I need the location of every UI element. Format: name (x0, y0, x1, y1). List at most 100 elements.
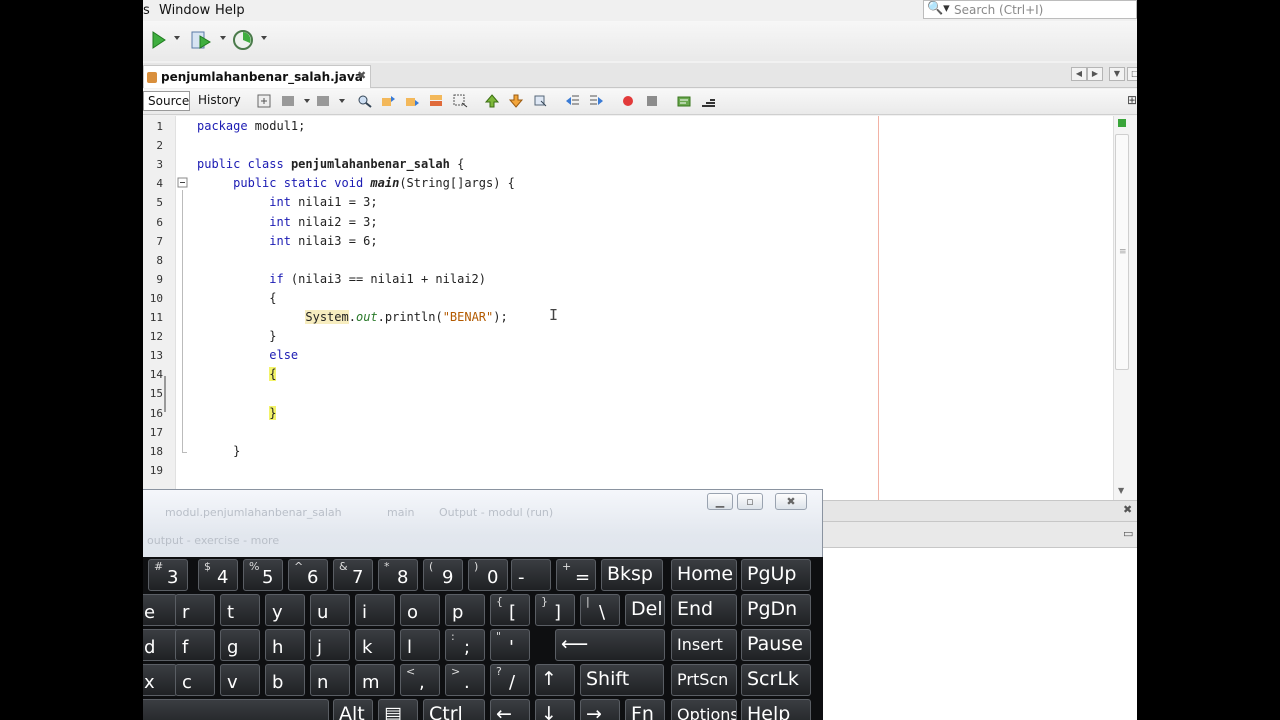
toggle-rect-selection-icon[interactable] (453, 94, 468, 108)
key-[interactable]: → (580, 699, 620, 720)
code-editor[interactable]: package modul1; public class penjumlahanb… (191, 116, 1113, 500)
profile-dropdown-icon[interactable] (261, 36, 267, 40)
key-options[interactable]: Options (671, 699, 737, 720)
key-c[interactable]: c (175, 664, 215, 696)
previous-bookmark-icon[interactable] (485, 94, 500, 108)
key-bksp[interactable]: Bksp (601, 559, 663, 591)
key-fn[interactable]: Fn (625, 699, 665, 720)
key-l[interactable]: l (400, 629, 440, 661)
key--[interactable]: - (511, 559, 551, 591)
minimize-icon[interactable]: ▁ (707, 493, 733, 510)
key-5[interactable]: % 5 (243, 559, 283, 591)
key-9[interactable]: (9 (423, 559, 463, 591)
code-line[interactable]: } (197, 405, 277, 420)
code-line[interactable]: int nilai2 = 3; (197, 215, 377, 229)
key-p[interactable]: p (445, 594, 485, 626)
code-line[interactable]: int nilai1 = 3; (197, 195, 377, 209)
panel-minimize-icon[interactable]: ▭ (1123, 527, 1133, 540)
key-o[interactable]: o (400, 594, 440, 626)
panel-close-icon[interactable]: ✖ (1123, 503, 1132, 516)
forward-icon[interactable] (316, 94, 331, 108)
start-macro-icon[interactable] (621, 94, 636, 108)
maximize-icon[interactable]: ▫ (737, 493, 763, 510)
toggle-highlight-icon[interactable] (429, 94, 444, 108)
key-h[interactable]: h (265, 629, 305, 661)
key-shift[interactable]: Shift (580, 664, 664, 696)
key-prtscn[interactable]: PrtScn (671, 664, 737, 696)
key-'[interactable]: " ' (490, 629, 530, 661)
code-line[interactable]: if (nilai3 == nilai1 + nilai2) (197, 272, 486, 286)
menu-tools[interactable]: s (143, 3, 150, 18)
key-y[interactable]: y (265, 594, 305, 626)
key-j[interactable]: j (310, 629, 350, 661)
code-line[interactable]: } (197, 444, 240, 458)
code-line[interactable]: System.out.println("BENAR"); (197, 310, 508, 324)
find-previous-icon[interactable] (381, 94, 396, 108)
key-/[interactable]: ? / (490, 664, 530, 696)
menu-help[interactable]: Help (215, 3, 245, 18)
key-b[interactable]: b (265, 664, 305, 696)
key-alt[interactable]: Alt (333, 699, 373, 720)
maximize-editor-icon[interactable]: □ (1127, 67, 1137, 81)
code-line[interactable]: } (197, 329, 276, 343)
key-space[interactable] (143, 699, 329, 720)
key-\[interactable]: | \ (580, 594, 620, 626)
key-][interactable]: }] (535, 594, 575, 626)
split-editor-icon[interactable]: ⊞ (1127, 93, 1137, 107)
key-4[interactable]: $4 (198, 559, 238, 591)
osk-title-bar[interactable]: ▁ ▫ ✖ modul.penjumlahanbenar_salah main … (143, 490, 823, 547)
shift-left-icon[interactable] (565, 94, 580, 108)
key-8[interactable]: * 8 (378, 559, 418, 591)
debug-dropdown-icon[interactable] (220, 36, 226, 40)
key-6[interactable]: ^ 6 (288, 559, 328, 591)
forward-dropdown-icon[interactable] (339, 99, 345, 103)
menu-window[interactable]: Window (159, 3, 210, 18)
code-line[interactable]: else (197, 348, 298, 362)
find-icon[interactable] (357, 94, 372, 108)
shift-right-icon[interactable] (589, 94, 604, 108)
next-bookmark-icon[interactable] (509, 94, 524, 108)
profile-icon[interactable] (231, 28, 255, 52)
key-x[interactable]: x (143, 664, 177, 696)
run-icon[interactable] (151, 28, 167, 52)
stop-macro-icon[interactable] (645, 94, 660, 108)
key-pgup[interactable]: PgUp (741, 559, 811, 591)
tab-penjumlahanbenar-salah[interactable]: penjumlahanbenar_salah.java ✖ (143, 65, 371, 88)
key-pause[interactable]: Pause (741, 629, 811, 661)
code-line[interactable]: public static void main(String[]args) { (197, 176, 515, 190)
fold-toggle-icon[interactable] (176, 176, 191, 190)
key-7[interactable]: & 7 (333, 559, 373, 591)
key-f[interactable]: f (175, 629, 215, 661)
key-help[interactable]: Help (741, 699, 811, 720)
key-del[interactable]: Del (625, 594, 665, 626)
close-tab-icon[interactable]: ✖ (357, 69, 366, 82)
key-v[interactable]: v (220, 664, 260, 696)
key-[interactable]: ↑ (535, 664, 575, 696)
code-line[interactable]: { (197, 367, 277, 382)
key-ctrl[interactable]: Ctrl (423, 699, 485, 720)
key-=[interactable]: + = (556, 559, 596, 591)
key-t[interactable]: t (220, 594, 260, 626)
key-n[interactable]: n (310, 664, 350, 696)
uncomment-icon[interactable] (701, 94, 716, 108)
key-end[interactable]: End (671, 594, 737, 626)
key-m[interactable]: m (355, 664, 395, 696)
key-[interactable]: ← (490, 699, 530, 720)
key-r[interactable]: r (175, 594, 215, 626)
key-insert[interactable]: Insert (671, 629, 737, 661)
code-line[interactable]: int nilai3 = 6; (197, 234, 377, 248)
key-u[interactable]: u (310, 594, 350, 626)
key-[interactable]: ⟵ (555, 629, 665, 661)
key-[[interactable]: {[ (490, 594, 530, 626)
code-line[interactable]: public class penjumlahanbenar_salah { (197, 157, 464, 171)
back-icon[interactable] (281, 94, 296, 108)
back-dropdown-icon[interactable] (304, 99, 310, 103)
key-3[interactable]: #3 (148, 559, 188, 591)
key-e[interactable]: e (143, 594, 177, 626)
history-button[interactable]: History (194, 91, 242, 111)
comment-icon[interactable] (677, 94, 692, 108)
key-g[interactable]: g (220, 629, 260, 661)
key-home[interactable]: Home (671, 559, 737, 591)
toggle-bookmark-icon[interactable] (533, 94, 548, 108)
show-opened-docs-icon[interactable]: ▼ (1109, 67, 1125, 81)
